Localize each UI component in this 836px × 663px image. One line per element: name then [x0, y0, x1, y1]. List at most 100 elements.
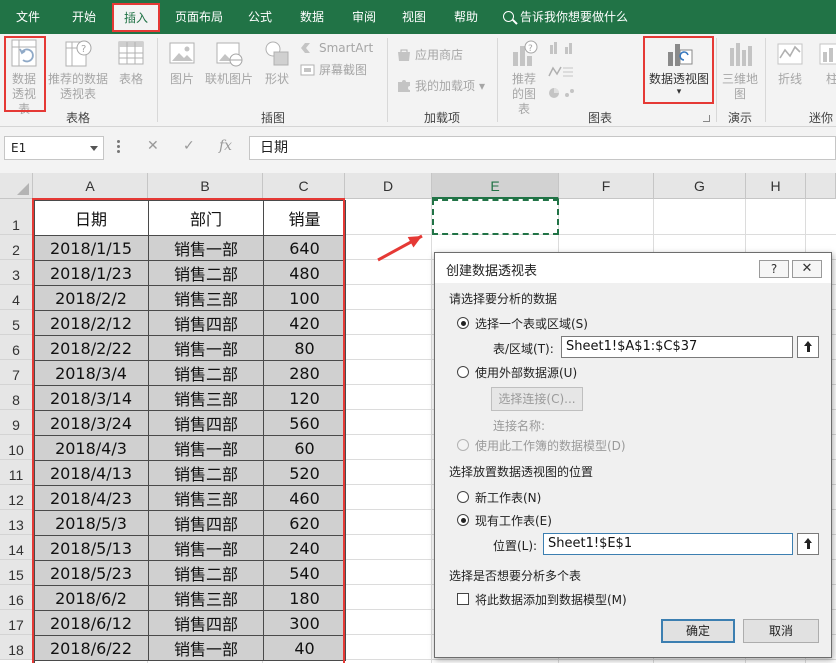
- add-to-data-model-label[interactable]: 将此数据添加到数据模型(M): [475, 591, 627, 608]
- radio-new-worksheet-label[interactable]: 新工作表(N): [475, 489, 541, 506]
- table-cell[interactable]: 2018/5/3: [34, 511, 149, 536]
- sparkline-line-button[interactable]: 折线: [770, 38, 810, 87]
- recommended-charts-button[interactable]: ? 推荐的图表: [502, 38, 546, 117]
- tab-data[interactable]: 数据: [290, 0, 334, 34]
- column-header-partial[interactable]: [806, 173, 836, 199]
- tab-page-layout[interactable]: 页面布局: [166, 0, 232, 34]
- radio-external-source[interactable]: [457, 366, 469, 378]
- table-cell[interactable]: 2018/6/12: [34, 611, 149, 636]
- row-header-4[interactable]: 4: [0, 285, 33, 310]
- table-cell[interactable]: 2018/3/14: [34, 386, 149, 411]
- formula-input[interactable]: 日期: [249, 136, 836, 160]
- table-cell[interactable]: 560: [264, 411, 346, 436]
- column-header-g[interactable]: G: [654, 173, 746, 199]
- row-header-5[interactable]: 5: [0, 310, 33, 335]
- name-box[interactable]: E1: [4, 136, 104, 160]
- store-button[interactable]: 应用商店: [396, 46, 463, 64]
- tell-me-search[interactable]: 告诉我你想要做什么: [503, 0, 628, 34]
- row-header-9[interactable]: 9: [0, 410, 33, 435]
- insert-function-icon[interactable]: fx: [219, 138, 232, 154]
- radio-select-range-label[interactable]: 选择一个表或区域(S): [475, 315, 588, 332]
- table-cell[interactable]: 40: [264, 636, 346, 661]
- tab-home[interactable]: 开始: [58, 0, 110, 34]
- row-header-17[interactable]: 17: [0, 610, 33, 635]
- table-cell[interactable]: 销售一部: [149, 636, 264, 661]
- add-to-data-model-checkbox[interactable]: [457, 593, 469, 605]
- table-cell[interactable]: 480: [264, 261, 346, 286]
- ok-button[interactable]: 确定: [661, 619, 735, 643]
- screenshot-button[interactable]: 屏幕截图: [300, 61, 367, 79]
- table-cell[interactable]: 2018/6/22: [34, 636, 149, 661]
- table-cell[interactable]: 销售三部: [149, 386, 264, 411]
- collapse-dialog-icon[interactable]: [797, 533, 819, 555]
- line-chart-button[interactable]: [548, 62, 579, 80]
- row-header-10[interactable]: 10: [0, 435, 33, 460]
- chevron-down-icon[interactable]: [90, 146, 98, 151]
- help-button[interactable]: ?: [759, 260, 789, 278]
- table-button[interactable]: 表格: [112, 38, 150, 87]
- table-cell[interactable]: 60: [264, 436, 346, 461]
- table-cell[interactable]: 销售三部: [149, 486, 264, 511]
- table-cell[interactable]: 2018/3/4: [34, 361, 149, 386]
- location-field[interactable]: Sheet1!$E$1: [543, 533, 793, 555]
- pie-chart-button[interactable]: [548, 84, 579, 102]
- table-cell[interactable]: 2018/4/23: [34, 486, 149, 511]
- row-header-15[interactable]: 15: [0, 560, 33, 585]
- table-cell[interactable]: 520: [264, 461, 346, 486]
- table-cell[interactable]: 2018/5/13: [34, 536, 149, 561]
- table-cell[interactable]: 80: [264, 336, 346, 361]
- table-cell[interactable]: 销售四部: [149, 311, 264, 336]
- table-cell[interactable]: 2018/1/23: [34, 261, 149, 286]
- table-cell[interactable]: 销售三部: [149, 586, 264, 611]
- radio-new-worksheet[interactable]: [457, 491, 469, 503]
- radio-data-model[interactable]: [457, 439, 469, 451]
- table-header-cell[interactable]: 日期: [34, 200, 149, 236]
- table-cell[interactable]: 2018/2/12: [34, 311, 149, 336]
- column-header-h[interactable]: H: [746, 173, 806, 199]
- column-header-e[interactable]: E: [432, 173, 559, 199]
- charts-dialog-launcher[interactable]: [703, 115, 710, 122]
- my-addins-button[interactable]: 我的加载项 ▾: [396, 77, 485, 95]
- cancel-icon[interactable]: ✕: [147, 138, 159, 154]
- tab-review[interactable]: 审阅: [342, 0, 386, 34]
- table-cell[interactable]: 460: [264, 486, 346, 511]
- table-cell[interactable]: 销售二部: [149, 561, 264, 586]
- collapse-dialog-icon[interactable]: [797, 336, 819, 358]
- table-cell[interactable]: 2018/4/3: [34, 436, 149, 461]
- table-cell[interactable]: 销售一部: [149, 436, 264, 461]
- column-header-b[interactable]: B: [148, 173, 263, 199]
- table-cell[interactable]: 销售四部: [149, 511, 264, 536]
- tab-help[interactable]: 帮助: [444, 0, 488, 34]
- table-header-cell[interactable]: 部门: [149, 200, 264, 236]
- tab-file[interactable]: 文件: [4, 0, 52, 34]
- radio-data-model-label[interactable]: 使用此工作簿的数据模型(D): [475, 437, 626, 454]
- row-header-2[interactable]: 2: [0, 235, 33, 260]
- cancel-button[interactable]: 取消: [743, 619, 819, 643]
- select-all-corner[interactable]: [0, 173, 33, 199]
- table-cell[interactable]: 180: [264, 586, 346, 611]
- enter-check-icon[interactable]: ✓: [183, 138, 195, 154]
- selected-cell-e1[interactable]: [432, 199, 559, 235]
- row-header-3[interactable]: 3: [0, 260, 33, 285]
- table-cell[interactable]: 640: [264, 236, 346, 261]
- 3d-map-button[interactable]: 三维地图: [720, 38, 760, 102]
- table-cell[interactable]: 240: [264, 536, 346, 561]
- table-cell[interactable]: 销售四部: [149, 411, 264, 436]
- tab-formulas[interactable]: 公式: [238, 0, 282, 34]
- table-cell[interactable]: 2018/6/2: [34, 586, 149, 611]
- column-chart-button[interactable]: [548, 39, 579, 57]
- online-pictures-button[interactable]: 联机图片: [203, 38, 255, 87]
- radio-existing-worksheet-label[interactable]: 现有工作表(E): [475, 512, 552, 529]
- row-header-12[interactable]: 12: [0, 485, 33, 510]
- range-field[interactable]: Sheet1!$A$1:$C$37: [561, 336, 793, 358]
- dialog-title-bar[interactable]: 创建数据透视表 ? ✕: [435, 253, 831, 283]
- table-cell[interactable]: 2018/4/13: [34, 461, 149, 486]
- radio-select-range[interactable]: [457, 317, 469, 329]
- recommended-pivot-button[interactable]: ? 推荐的数据透视表: [48, 38, 108, 102]
- table-header-cell[interactable]: 销量: [264, 200, 346, 236]
- row-header-14[interactable]: 14: [0, 535, 33, 560]
- pictures-button[interactable]: 图片: [164, 38, 200, 87]
- table-cell[interactable]: 销售一部: [149, 336, 264, 361]
- table-cell[interactable]: 销售一部: [149, 536, 264, 561]
- table-cell[interactable]: 620: [264, 511, 346, 536]
